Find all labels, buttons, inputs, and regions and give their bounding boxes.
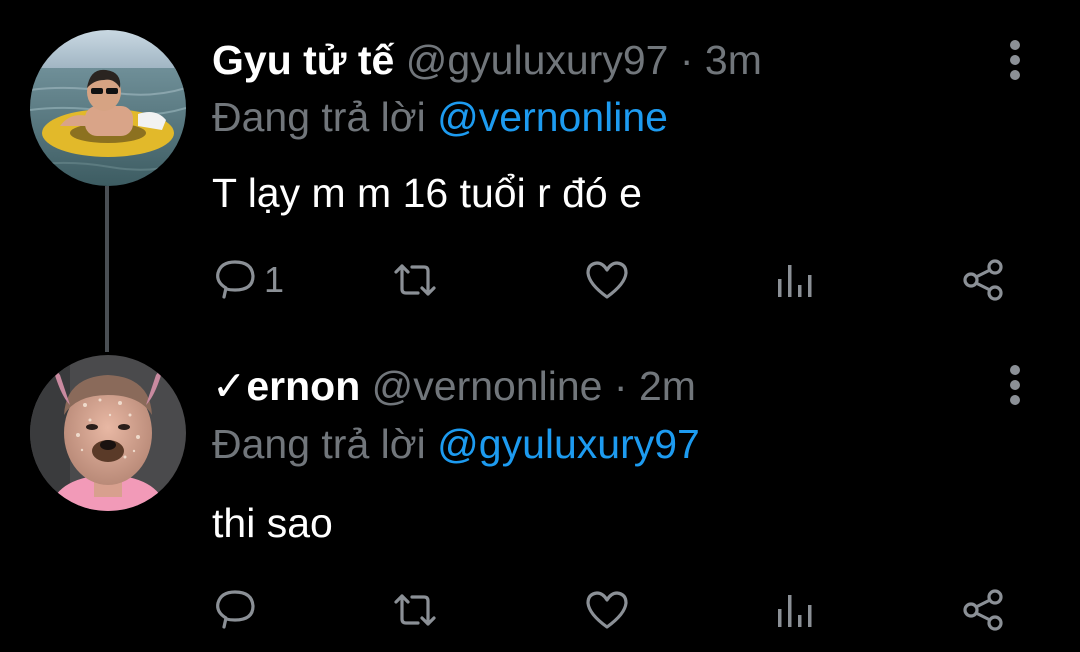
avatar-photo <box>30 355 186 511</box>
replying-to-handle[interactable]: @gyuluxury97 <box>437 421 700 467</box>
retweet-icon <box>394 594 436 626</box>
retweet-button[interactable] <box>392 586 438 634</box>
like-icon <box>586 261 628 299</box>
reply-button[interactable] <box>212 586 264 634</box>
replying-to-label: Đang trả lời <box>212 94 426 140</box>
reply-button[interactable]: 1 <box>212 256 284 304</box>
like-icon <box>586 591 628 629</box>
tweet-header: ✓ernon @vernonline · 2m <box>212 362 696 410</box>
tweet-text: T lạy m m 16 tuổi r đó e <box>212 170 642 216</box>
analytics-button[interactable] <box>772 586 818 634</box>
share-icon <box>963 589 1003 631</box>
like-button[interactable] <box>584 256 630 304</box>
more-icon[interactable] <box>1004 40 1028 80</box>
tweet-header: Gyu tử tế @gyuluxury97 · 3m <box>212 36 762 84</box>
replying-to: Đang trả lời @vernonline <box>212 93 668 141</box>
separator-dot: · <box>679 37 694 83</box>
thread-line <box>105 186 109 352</box>
replying-to-handle[interactable]: @vernonline <box>437 94 668 140</box>
action-bar <box>212 586 1022 634</box>
user-handle[interactable]: @vernonline <box>372 363 603 409</box>
retweet-icon <box>394 264 436 296</box>
share-button[interactable] <box>960 586 1006 634</box>
display-name[interactable]: ✓ernon <box>212 363 360 409</box>
like-button[interactable] <box>584 586 630 634</box>
replying-to: Đang trả lời @gyuluxury97 <box>212 420 700 468</box>
tweet[interactable]: Gyu tử tế @gyuluxury97 · 3m Đang trả lời… <box>0 0 1080 352</box>
avatar[interactable] <box>30 30 186 186</box>
share-button[interactable] <box>960 256 1006 304</box>
action-bar: 1 <box>212 256 1022 304</box>
separator-dot: · <box>613 363 628 409</box>
analytics-button[interactable] <box>772 256 818 304</box>
replying-to-label: Đang trả lời <box>212 421 426 467</box>
analytics-icon <box>778 595 812 627</box>
more-icon[interactable] <box>1004 365 1028 405</box>
display-name[interactable]: Gyu tử tế <box>212 37 394 83</box>
reply-count: 1 <box>264 259 285 300</box>
tweet-text: thi sao <box>212 500 333 546</box>
timestamp[interactable]: 3m <box>705 37 762 83</box>
share-icon <box>963 259 1003 301</box>
avatar-photo <box>30 30 186 186</box>
reply-icon <box>216 590 255 629</box>
reply-icon <box>216 260 255 299</box>
tweet[interactable]: ✓ernon @vernonline · 2m Đang trả lời @gy… <box>0 330 1080 652</box>
retweet-button[interactable] <box>392 256 438 304</box>
analytics-icon <box>778 265 812 297</box>
user-handle[interactable]: @gyuluxury97 <box>406 37 669 83</box>
timestamp[interactable]: 2m <box>639 363 696 409</box>
avatar[interactable] <box>30 355 186 511</box>
